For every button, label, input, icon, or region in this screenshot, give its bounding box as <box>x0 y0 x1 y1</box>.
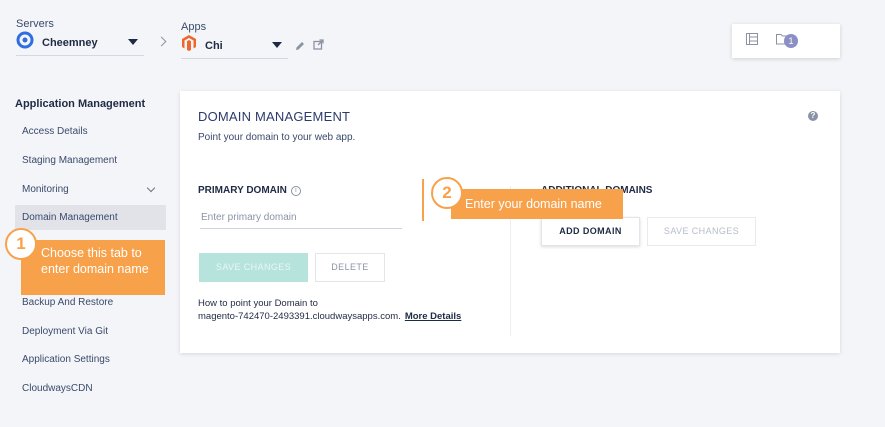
primary-save-changes-button[interactable]: SAVE CHANGES <box>199 253 308 282</box>
sidebar-item-deployment-via-git[interactable]: Deployment Via Git <box>15 319 166 344</box>
app-name: Chi <box>205 39 223 52</box>
sidebar-item-label: Backup And Restore <box>22 297 114 308</box>
highlight-line <box>422 179 424 221</box>
primary-domain-label: PRIMARY DOMAIN i <box>198 185 301 196</box>
server-name: Cheemney <box>42 36 98 49</box>
sidebar-item-label: Staging Management <box>22 155 118 166</box>
howto-line1: How to point your Domain to <box>198 298 318 309</box>
sidebar-item-application-settings[interactable]: Application Settings <box>15 347 166 372</box>
help-icon[interactable]: ? <box>808 111 818 121</box>
sidebar-item-label: Access Details <box>22 126 88 137</box>
info-icon[interactable]: i <box>290 186 301 196</box>
sidebar-item-label: Domain Management <box>22 212 118 223</box>
sidebar-item-staging-management[interactable]: Staging Management <box>15 148 166 173</box>
app-selector[interactable]: Chi <box>181 33 288 59</box>
magento-logo-icon <box>181 34 197 57</box>
chevron-down-icon <box>272 42 282 48</box>
server-logo-icon <box>16 31 34 54</box>
sidebar-item-label: Deployment Via Git <box>22 326 108 337</box>
add-domain-button[interactable]: ADD DOMAIN <box>541 217 640 246</box>
sidebar-item-label: CloudwaysCDN <box>22 383 93 394</box>
step2-tooltip: Enter your domain name <box>451 189 623 219</box>
sidebar-item-access-details[interactable]: Access Details <box>15 119 166 144</box>
page-title: DOMAIN MANAGEMENT <box>198 109 351 124</box>
step1-tooltip: Choose this tab to enter domain name <box>21 240 165 295</box>
chevron-down-icon <box>146 183 156 193</box>
domain-management-card: DOMAIN MANAGEMENT Point your domain to y… <box>180 91 840 353</box>
notification-badge: 1 <box>784 34 798 48</box>
sidebar-item-cloudwayscdn[interactable]: CloudwaysCDN <box>15 376 166 401</box>
additional-save-changes-button[interactable]: SAVE CHANGES <box>647 217 756 246</box>
step1-number: 1 <box>5 228 37 260</box>
chevron-right-icon <box>156 36 167 47</box>
top-tools: 1 <box>732 24 840 58</box>
projects-folder-button[interactable]: 1 <box>776 32 798 50</box>
howto-domain: magento-742470-2493391.cloudwaysapps.com… <box>198 311 401 322</box>
sidebar-title: Application Management <box>15 98 146 110</box>
delete-button[interactable]: DELETE <box>315 253 385 282</box>
sidebar-item-label: Application Settings <box>22 354 110 365</box>
primary-domain-label-text: PRIMARY DOMAIN <box>198 185 287 196</box>
step2-number: 2 <box>431 177 463 209</box>
sidebar-item-label: Monitoring <box>22 184 69 195</box>
page-subtitle: Point your domain to your web app. <box>198 132 356 143</box>
how-to-point-domain: How to point your Domain to magento-7424… <box>198 297 461 323</box>
server-selector[interactable]: Cheemney <box>16 30 144 56</box>
primary-domain-input[interactable] <box>200 207 402 229</box>
external-link-icon[interactable] <box>313 37 324 55</box>
sidebar-item-domain-management[interactable]: Domain Management <box>15 205 166 230</box>
server-list-icon[interactable] <box>746 32 758 50</box>
more-details-link[interactable]: More Details <box>405 311 462 322</box>
apps-label: Apps <box>181 21 207 33</box>
servers-label: Servers <box>16 18 54 30</box>
chevron-down-icon <box>128 39 138 45</box>
edit-pencil-icon[interactable] <box>295 38 305 56</box>
sidebar-item-monitoring[interactable]: Monitoring <box>15 177 166 202</box>
